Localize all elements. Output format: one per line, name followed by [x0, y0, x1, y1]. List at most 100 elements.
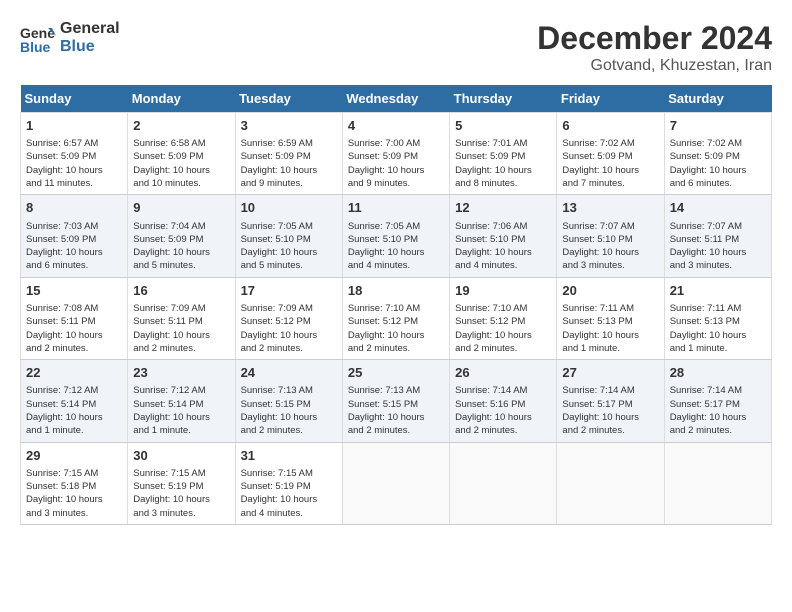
day-info: Sunrise: 7:06 AM Sunset: 5:10 PM Dayligh… — [455, 220, 551, 273]
day-info: Sunrise: 7:15 AM Sunset: 5:19 PM Dayligh… — [241, 467, 337, 520]
calendar-cell: 31Sunrise: 7:15 AM Sunset: 5:19 PM Dayli… — [235, 442, 342, 524]
calendar-cell: 16 Sunrise: 7:09 AM Sunset: 5:11 PM Dayli… — [128, 277, 235, 359]
day-number: 15 — [26, 282, 122, 300]
day-info: Sunrise: 7:07 AM Sunset: 5:10 PM Dayligh… — [562, 220, 658, 273]
calendar-cell: 5 Sunrise: 7:01 AM Sunset: 5:09 PM Daylig… — [450, 113, 557, 195]
calendar-cell — [342, 442, 449, 524]
calendar-cell — [664, 442, 771, 524]
weekday-header: Wednesday — [342, 85, 449, 113]
calendar-cell: 11Sunrise: 7:05 AM Sunset: 5:10 PM Dayli… — [342, 195, 449, 277]
day-info: Sunrise: 7:01 AM Sunset: 5:09 PM Dayligh… — [455, 137, 551, 190]
day-info: Sunrise: 7:12 AM Sunset: 5:14 PM Dayligh… — [133, 384, 229, 437]
day-number: 2 — [133, 117, 229, 135]
calendar-cell: 9Sunrise: 7:04 AM Sunset: 5:09 PM Daylig… — [128, 195, 235, 277]
calendar-cell: 27 Sunrise: 7:14 AM Sunset: 5:17 PM Dayli… — [557, 360, 664, 442]
weekday-header: Sunday — [21, 85, 128, 113]
day-info: Sunrise: 7:15 AM Sunset: 5:19 PM Dayligh… — [133, 467, 229, 520]
day-info: Sunrise: 7:02 AM Sunset: 5:09 PM Dayligh… — [670, 137, 766, 190]
day-info: Sunrise: 7:13 AM Sunset: 5:15 PM Dayligh… — [241, 384, 337, 437]
calendar-cell: 26 Sunrise: 7:14 AM Sunset: 5:16 PM Dayli… — [450, 360, 557, 442]
week-row: 29 Sunrise: 7:15 AM Sunset: 5:18 PM Dayli… — [21, 442, 772, 524]
day-info: Sunrise: 7:05 AM Sunset: 5:10 PM Dayligh… — [348, 220, 444, 273]
calendar-cell: 22 Sunrise: 7:12 AM Sunset: 5:14 PM Dayli… — [21, 360, 128, 442]
day-number: 12 — [455, 199, 551, 217]
day-number: 5 — [455, 117, 551, 135]
day-info: Sunrise: 7:05 AM Sunset: 5:10 PM Dayligh… — [241, 220, 337, 273]
calendar-cell: 18Sunrise: 7:10 AM Sunset: 5:12 PM Dayli… — [342, 277, 449, 359]
calendar-cell: 24 Sunrise: 7:13 AM Sunset: 5:15 PM Dayli… — [235, 360, 342, 442]
day-number: 14 — [670, 199, 766, 217]
day-info: Sunrise: 6:58 AM Sunset: 5:09 PM Dayligh… — [133, 137, 229, 190]
logo-line1: General — [60, 20, 120, 38]
calendar-cell: 2 Sunrise: 6:58 AM Sunset: 5:09 PM Daylig… — [128, 113, 235, 195]
day-number: 21 — [670, 282, 766, 300]
day-number: 6 — [562, 117, 658, 135]
day-info: Sunrise: 7:03 AM Sunset: 5:09 PM Dayligh… — [26, 220, 122, 273]
day-info: Sunrise: 7:10 AM Sunset: 5:12 PM Dayligh… — [348, 302, 444, 355]
calendar-cell: 21Sunrise: 7:11 AM Sunset: 5:13 PM Dayli… — [664, 277, 771, 359]
weekday-header: Tuesday — [235, 85, 342, 113]
logo-icon: General Blue — [20, 20, 56, 56]
week-row: 8Sunrise: 7:03 AM Sunset: 5:09 PM Daylig… — [21, 195, 772, 277]
calendar-cell: 14Sunrise: 7:07 AM Sunset: 5:11 PM Dayli… — [664, 195, 771, 277]
day-number: 29 — [26, 447, 122, 465]
calendar-cell: 25 Sunrise: 7:13 AM Sunset: 5:15 PM Dayli… — [342, 360, 449, 442]
day-number: 7 — [670, 117, 766, 135]
day-number: 19 — [455, 282, 551, 300]
day-info: Sunrise: 7:11 AM Sunset: 5:13 PM Dayligh… — [562, 302, 658, 355]
day-number: 16 — [133, 282, 229, 300]
day-number: 30 — [133, 447, 229, 465]
calendar-cell: 12 Sunrise: 7:06 AM Sunset: 5:10 PM Dayli… — [450, 195, 557, 277]
calendar-cell: 29 Sunrise: 7:15 AM Sunset: 5:18 PM Dayli… — [21, 442, 128, 524]
day-info: Sunrise: 6:57 AM Sunset: 5:09 PM Dayligh… — [26, 137, 122, 190]
title-area: December 2024 Gotvand, Khuzestan, Iran — [537, 20, 772, 75]
day-info: Sunrise: 7:13 AM Sunset: 5:15 PM Dayligh… — [348, 384, 444, 437]
week-row: 15Sunrise: 7:08 AM Sunset: 5:11 PM Dayli… — [21, 277, 772, 359]
calendar-cell: 4 Sunrise: 7:00 AM Sunset: 5:09 PM Daylig… — [342, 113, 449, 195]
calendar-cell: 8Sunrise: 7:03 AM Sunset: 5:09 PM Daylig… — [21, 195, 128, 277]
header: General Blue General Blue December 2024 … — [20, 20, 772, 75]
calendar-cell: 23Sunrise: 7:12 AM Sunset: 5:14 PM Dayli… — [128, 360, 235, 442]
day-number: 3 — [241, 117, 337, 135]
day-number: 26 — [455, 364, 551, 382]
weekday-header: Thursday — [450, 85, 557, 113]
calendar-cell: 1 Sunrise: 6:57 AM Sunset: 5:09 PM Daylig… — [21, 113, 128, 195]
calendar-table: SundayMondayTuesdayWednesdayThursdayFrid… — [20, 85, 772, 525]
weekday-header: Monday — [128, 85, 235, 113]
day-info: Sunrise: 7:02 AM Sunset: 5:09 PM Dayligh… — [562, 137, 658, 190]
day-number: 20 — [562, 282, 658, 300]
day-number: 13 — [562, 199, 658, 217]
day-info: Sunrise: 7:14 AM Sunset: 5:17 PM Dayligh… — [670, 384, 766, 437]
day-number: 17 — [241, 282, 337, 300]
calendar-cell: 17Sunrise: 7:09 AM Sunset: 5:12 PM Dayli… — [235, 277, 342, 359]
day-number: 22 — [26, 364, 122, 382]
calendar-cell: 28Sunrise: 7:14 AM Sunset: 5:17 PM Dayli… — [664, 360, 771, 442]
weekday-header-row: SundayMondayTuesdayWednesdayThursdayFrid… — [21, 85, 772, 113]
day-number: 9 — [133, 199, 229, 217]
day-info: Sunrise: 7:12 AM Sunset: 5:14 PM Dayligh… — [26, 384, 122, 437]
calendar-cell: 13 Sunrise: 7:07 AM Sunset: 5:10 PM Dayli… — [557, 195, 664, 277]
calendar-cell: 7 Sunrise: 7:02 AM Sunset: 5:09 PM Daylig… — [664, 113, 771, 195]
weekday-header: Friday — [557, 85, 664, 113]
location-title: Gotvand, Khuzestan, Iran — [537, 57, 772, 75]
calendar-cell: 6 Sunrise: 7:02 AM Sunset: 5:09 PM Daylig… — [557, 113, 664, 195]
day-number: 4 — [348, 117, 444, 135]
day-info: Sunrise: 7:14 AM Sunset: 5:16 PM Dayligh… — [455, 384, 551, 437]
calendar-cell — [450, 442, 557, 524]
day-info: Sunrise: 7:15 AM Sunset: 5:18 PM Dayligh… — [26, 467, 122, 520]
day-number: 10 — [241, 199, 337, 217]
week-row: 22 Sunrise: 7:12 AM Sunset: 5:14 PM Dayli… — [21, 360, 772, 442]
day-number: 25 — [348, 364, 444, 382]
day-info: Sunrise: 7:09 AM Sunset: 5:11 PM Dayligh… — [133, 302, 229, 355]
svg-text:Blue: Blue — [20, 39, 51, 55]
day-number: 24 — [241, 364, 337, 382]
calendar-cell: 10 Sunrise: 7:05 AM Sunset: 5:10 PM Dayli… — [235, 195, 342, 277]
day-info: Sunrise: 7:14 AM Sunset: 5:17 PM Dayligh… — [562, 384, 658, 437]
day-info: Sunrise: 7:00 AM Sunset: 5:09 PM Dayligh… — [348, 137, 444, 190]
weekday-header: Saturday — [664, 85, 771, 113]
calendar-cell: 20 Sunrise: 7:11 AM Sunset: 5:13 PM Dayli… — [557, 277, 664, 359]
day-number: 27 — [562, 364, 658, 382]
calendar-cell: 30 Sunrise: 7:15 AM Sunset: 5:19 PM Dayli… — [128, 442, 235, 524]
day-info: Sunrise: 7:10 AM Sunset: 5:12 PM Dayligh… — [455, 302, 551, 355]
day-number: 1 — [26, 117, 122, 135]
